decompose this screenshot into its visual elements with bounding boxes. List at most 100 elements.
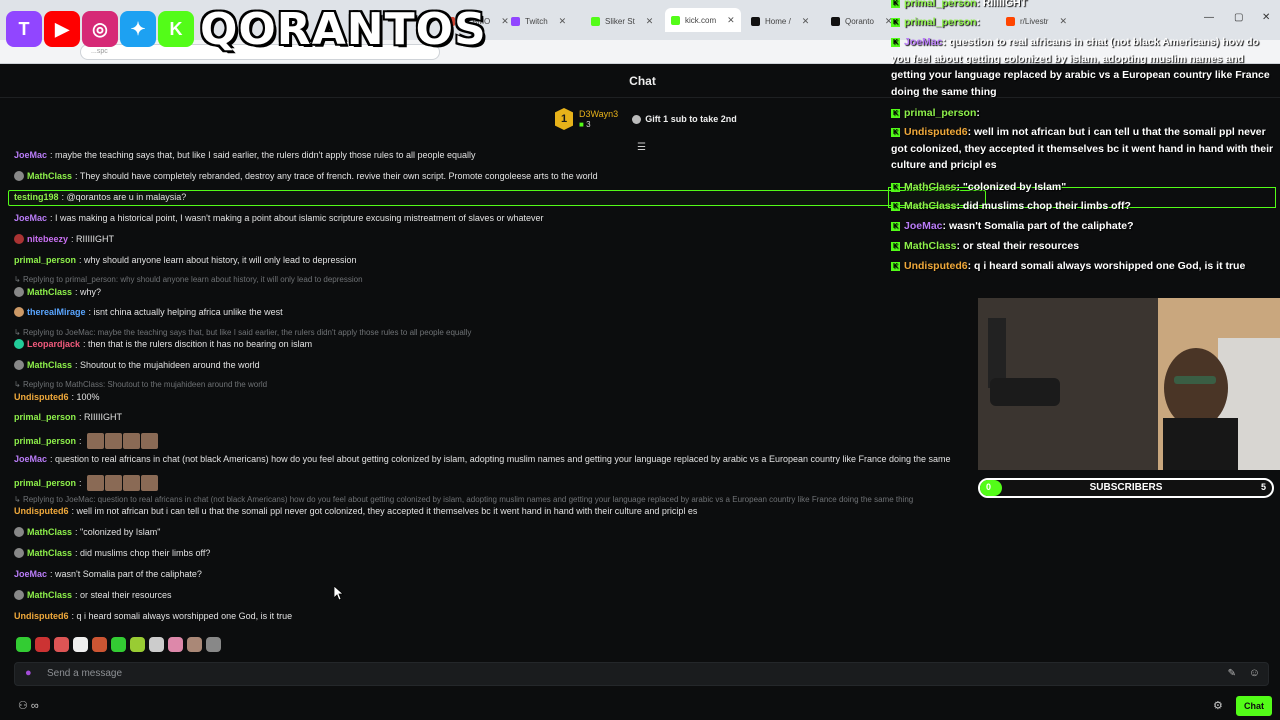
chat-message: JoeMac: I was making a historical point,… [14, 213, 543, 223]
chat-username[interactable]: primal_person [14, 255, 76, 265]
chat-username[interactable]: JoeMac [14, 569, 47, 579]
chat-text: : 100% [71, 392, 100, 402]
sub-goal-target: 5 [1260, 482, 1266, 492]
chat-username[interactable]: primal_person [14, 436, 76, 446]
twitter-icon: ✦ [120, 11, 156, 47]
chat-username[interactable]: MathClass [27, 590, 72, 600]
quick-emote-icon[interactable] [130, 637, 145, 652]
emote-icon [104, 475, 122, 491]
chat-username[interactable]: JoeMac [14, 454, 47, 464]
quick-emote-icon[interactable] [73, 637, 88, 652]
tab-favicon-icon [831, 16, 840, 26]
chat-input-box[interactable]: ● ✎ ☺ [14, 662, 1269, 686]
chat-text: : did muslims chop their limbs off? [75, 548, 211, 558]
mic-icon[interactable]: ● [25, 667, 32, 679]
chat-username[interactable]: MathClass [27, 527, 72, 537]
browser-tab[interactable]: Home / ✕ [745, 10, 815, 32]
overlay-text: : q i heard somali always worshipped one… [967, 260, 1246, 272]
webcam-feed [978, 298, 1280, 470]
kick-badge-icon: K [891, 221, 900, 231]
chat-username[interactable]: Leopardjack [27, 339, 80, 349]
chat-message: JoeMac: wasn't Somalia part of the calip… [14, 569, 202, 579]
tab-label: Twitch [525, 16, 548, 26]
chat-username[interactable]: MathClass [27, 548, 72, 558]
overlay-username: primal_person [904, 0, 977, 9]
emote-icon [104, 433, 122, 449]
quick-emote-icon[interactable] [168, 637, 183, 652]
browser-tab[interactable]: Twitch ✕ [505, 10, 572, 32]
brand-logo-text: QORANTOS [200, 3, 487, 55]
quick-emote-icon[interactable] [187, 637, 202, 652]
user-badge-icon [14, 287, 24, 297]
browser-tab[interactable]: kick.com ✕ [665, 8, 741, 32]
gift-sub-label: Gift 1 sub to take 2nd [645, 114, 737, 124]
message-input[interactable] [47, 668, 1197, 679]
chat-message: primal_person: why should anyone learn a… [14, 255, 357, 265]
tab-label: Home / [765, 16, 791, 26]
quick-emote-icon[interactable] [206, 637, 221, 652]
chat-message: primal_person: [14, 433, 158, 449]
youtube-icon: ▶ [44, 11, 80, 47]
overlay-text: : wasn't Somalia part of the caliphate? [942, 220, 1134, 232]
quick-emote-icon[interactable] [16, 637, 31, 652]
infinity-icon[interactable]: ⚇ ∞ [18, 699, 39, 712]
chat-message: Undisputed6: well im not african but i c… [14, 506, 697, 516]
tab-close-icon[interactable]: ✕ [727, 15, 735, 26]
tab-favicon-icon [591, 16, 600, 26]
chat-username[interactable]: MathClass [27, 360, 72, 370]
quick-emote-icon[interactable] [92, 637, 107, 652]
user-badge-icon [14, 307, 24, 317]
gifter-name[interactable]: D3Wayn3 [579, 109, 618, 120]
chat-username[interactable]: MathClass [27, 287, 72, 297]
tab-close-icon[interactable]: ✕ [559, 16, 567, 27]
browser-tab[interactable]: Sliker St ✕ [585, 10, 659, 32]
gift-sub-button[interactable]: Gift 1 sub to take 2nd [632, 114, 737, 124]
user-badge-icon [14, 548, 24, 558]
chat-username[interactable]: Undisputed6 [14, 392, 69, 402]
overlay-chat-line: Kprimal_person: [891, 105, 1277, 122]
tab-close-icon[interactable]: ✕ [646, 16, 654, 27]
chat-username[interactable]: Undisputed6 [14, 611, 69, 621]
chat-username[interactable]: testing198 [14, 192, 59, 202]
rank-badge: 1 [555, 108, 573, 130]
chat-text: : why? [75, 287, 102, 297]
reply-text: Replying to primal_person: why should an… [22, 275, 363, 284]
chat-username[interactable]: MathClass [27, 171, 72, 181]
sub-goal-label: SUBSCRIBERS [1089, 482, 1163, 493]
quick-emote-icon[interactable] [111, 637, 126, 652]
emote-picker-icon[interactable]: ✎ [1228, 668, 1236, 679]
chat-text: : question to real africans in chat (not… [50, 454, 951, 464]
quick-emote-icon[interactable] [149, 637, 164, 652]
chat-username[interactable]: JoeMac [14, 150, 47, 160]
chat-text: : why should anyone learn about history,… [79, 255, 357, 265]
social-banner: T ▶ ◎ ✦ K QORANTOS [6, 3, 487, 55]
chat-username[interactable]: primal_person [14, 412, 76, 422]
chat-message: MathClass: why? [14, 287, 101, 297]
instagram-icon: ◎ [82, 11, 118, 47]
tab-close-icon[interactable]: ✕ [802, 16, 810, 27]
overlay-username: JoeMac [904, 36, 943, 48]
chat-message: primal_person: RIIIIIGHT [14, 412, 122, 422]
chat-message: MathClass: They should have completely r… [14, 171, 598, 181]
chat-text: : q i heard somali always worshipped one… [71, 611, 293, 621]
chat-text: : isnt china actually helping africa unl… [88, 307, 283, 317]
quick-emote-icon[interactable] [54, 637, 69, 652]
chat-username[interactable]: Undisputed6 [14, 506, 69, 516]
emote-icon [86, 475, 104, 491]
emote-strip [86, 475, 158, 491]
send-chat-button[interactable]: Chat [1236, 696, 1272, 716]
reply-context: ↳ Replying to MathClass: Shoutout to the… [14, 380, 267, 389]
chat-username[interactable]: JoeMac [14, 213, 47, 223]
chat-username[interactable]: primal_person [14, 478, 76, 488]
reply-text: Replying to MathClass: Shoutout to the m… [22, 380, 268, 389]
overlay-text: : "colonized by Islam" [956, 181, 1067, 193]
reply-icon: ↳ [14, 328, 23, 337]
quick-emote-icon[interactable] [35, 637, 50, 652]
chat-text: : well im not african but i can tell u t… [71, 506, 698, 516]
chat-message: nitebeezy: RIIIIIGHT [14, 234, 114, 244]
settings-icon[interactable]: ⚙ [1213, 699, 1223, 712]
chat-username[interactable]: therealMirage [27, 307, 86, 317]
smile-icon[interactable]: ☺ [1249, 667, 1260, 679]
overlay-username: MathClass [904, 240, 957, 252]
chat-username[interactable]: nitebeezy [27, 234, 68, 244]
